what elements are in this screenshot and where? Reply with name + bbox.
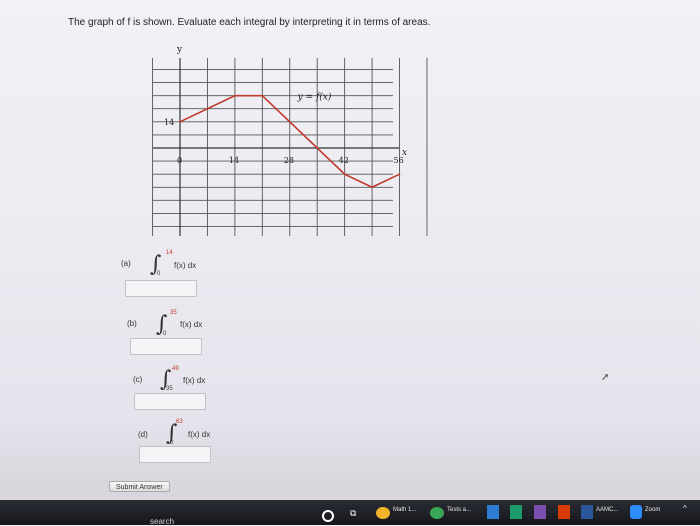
question-panel: The graph of f is shown. Evaluate each i… — [0, 0, 700, 492]
windows-taskbar: search ⧉ Math 1... Tests a... AAMC... Zo… — [0, 500, 700, 526]
x-tick-label: 28 — [284, 156, 294, 165]
curve-vertex — [179, 121, 181, 123]
x-tick-labels: 0 14 28 42 56 — [177, 156, 404, 165]
taskbar-item-math-label[interactable]: Math 1... — [393, 507, 416, 513]
graph-grid — [152, 58, 428, 236]
curve-vertex — [261, 94, 264, 97]
curve-vertex — [398, 173, 401, 175]
part-d-answer-input[interactable] — [139, 446, 211, 463]
part-c-upper-limit: 49 — [172, 366, 179, 372]
word-icon[interactable] — [581, 505, 593, 519]
mail-icon[interactable] — [487, 505, 499, 519]
curve-vertex — [343, 173, 346, 175]
zoom-icon[interactable] — [630, 505, 642, 519]
part-c-lower-limit: 35 — [166, 386, 173, 392]
x-tick-label: 56 — [394, 156, 404, 165]
x-tick-label: 42 — [339, 156, 349, 165]
task-view-icon[interactable]: ⧉ — [350, 509, 356, 519]
onenote-icon[interactable] — [534, 505, 546, 519]
curve-label: y = f(x) — [297, 91, 332, 102]
submit-answer-button[interactable]: Submit Answer — [109, 481, 170, 492]
excel-icon[interactable] — [510, 505, 522, 519]
chevron-up-icon[interactable]: ^ — [683, 504, 687, 513]
taskbar-item-aamc-label[interactable]: AAMC... — [596, 507, 618, 513]
part-b-answer-input[interactable] — [130, 338, 202, 355]
part-b-integrand: f(x) dx — [180, 320, 203, 329]
function-graph: y x y = f(x) 14 0 14 28 42 56 — [152, 45, 428, 236]
taskbar-item-zoom-label[interactable]: Zoom — [645, 507, 660, 513]
part-a-label: (a) — [121, 259, 131, 268]
x-tick-label: 14 — [229, 156, 239, 165]
part-d-upper-limit: 63 — [176, 419, 183, 425]
part-b-label: (b) — [127, 319, 137, 328]
chrome-icon[interactable] — [430, 507, 444, 519]
chrome-icon[interactable] — [376, 507, 390, 519]
part-d-integrand: f(x) dx — [188, 430, 211, 439]
y-axis-label: y — [176, 45, 183, 55]
mouse-cursor-icon: ➚ — [601, 372, 610, 383]
part-c-integrand: f(x) dx — [183, 376, 206, 385]
part-b-lower-limit: 0 — [163, 331, 167, 337]
part-a-lower-limit: 0 — [157, 271, 161, 277]
part-b-upper-limit: 35 — [170, 310, 177, 316]
curve-vertex — [234, 94, 236, 97]
curve-vertex — [371, 186, 373, 189]
part-d-label: (d) — [138, 430, 148, 439]
part-a-upper-limit: 14 — [166, 250, 173, 256]
y-tick-label: 14 — [164, 118, 174, 127]
part-a-integrand: f(x) dx — [174, 261, 197, 270]
part-c-label: (c) — [133, 375, 143, 384]
powerpoint-icon[interactable] — [558, 505, 570, 519]
part-a-answer-input[interactable] — [125, 280, 197, 297]
taskbar-item-tests-label[interactable]: Tests a... — [447, 507, 471, 513]
cortana-icon[interactable] — [322, 510, 334, 522]
x-tick-label: 0 — [177, 156, 182, 165]
part-c-answer-input[interactable] — [134, 393, 206, 410]
